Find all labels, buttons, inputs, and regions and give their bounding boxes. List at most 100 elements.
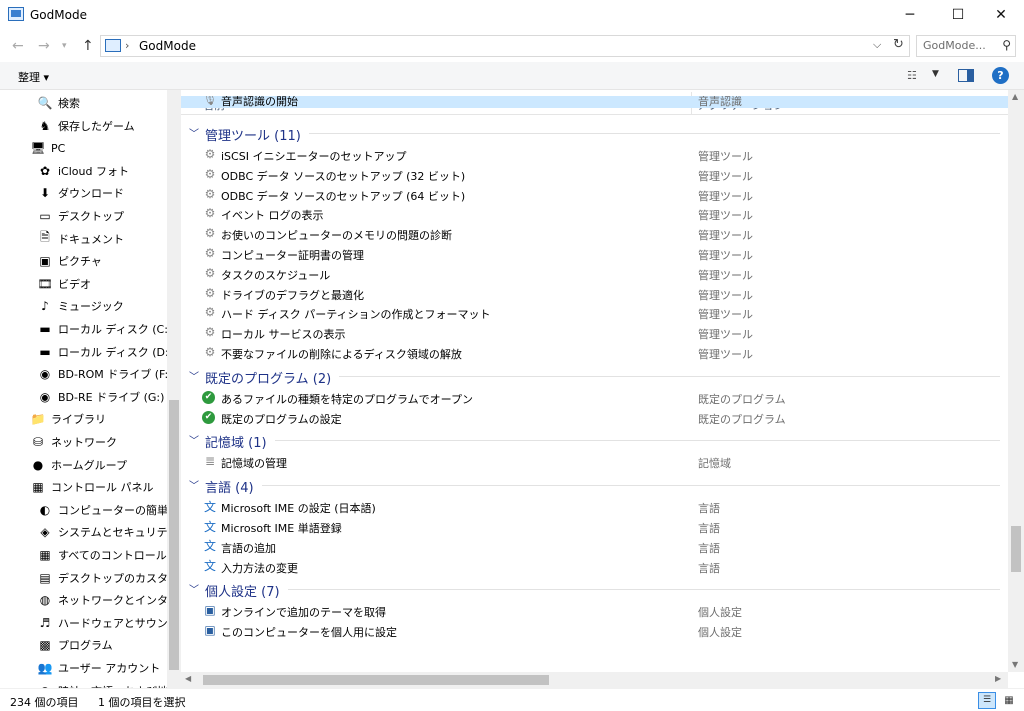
minimize-button[interactable]: ─	[887, 0, 933, 30]
scroll-down-icon[interactable]: ▼	[1012, 660, 1018, 669]
up-arrow-icon[interactable]: ↑	[82, 38, 94, 54]
group-header[interactable]: ﹀ 個人設定 (7)	[181, 578, 1008, 600]
breadcrumb-chevron-icon[interactable]: ›	[125, 39, 129, 52]
nav-item[interactable]: ◍ ネットワークとインターネッ	[37, 589, 181, 611]
scroll-left-icon[interactable]: ◀	[185, 674, 191, 683]
preview-pane-icon[interactable]	[958, 69, 974, 82]
file-list[interactable]: ︿ 名前 アプリケーション 🎙音声認識の開始音声認識﹀管理ツール (11)⚙iS…	[181, 90, 1008, 672]
table-row[interactable]: 🎙 音声認識の開始 音声認識	[181, 96, 1008, 108]
nav-item[interactable]: 📁 ライブラリ	[30, 408, 106, 430]
group-divider	[288, 589, 1000, 591]
table-row[interactable]: ⚙ 不要なファイルの削除によるディスク領域の解放 管理ツール	[181, 342, 1008, 362]
nav-item[interactable]: 👥 ユーザー アカウント	[37, 657, 161, 679]
nav-item[interactable]: 🎞 ビデオ	[37, 273, 91, 295]
table-row[interactable]: ✔ あるファイルの種類を特定のプログラムでオープン 既定のプログラム	[181, 387, 1008, 407]
collapse-chevron-icon[interactable]: ﹀	[189, 581, 199, 596]
navigation-pane[interactable]: 🔍 検索 ♞ 保存したゲーム 🖥 PC ✿ iCloud フォト ⬇ ダウンロード ▭ デスクトップ 🗎…	[0, 90, 181, 688]
nav-item[interactable]: ▤ デスクトップのカスタマイズ	[37, 567, 181, 589]
help-icon[interactable]: ?	[992, 67, 1009, 84]
table-row[interactable]: ⚙ ODBC データ ソースのセットアップ (32 ビット) 管理ツール	[181, 164, 1008, 184]
table-row[interactable]: ⚙ iSCSI イニシエーターのセットアップ 管理ツール	[181, 144, 1008, 164]
content-vertical-scrollbar[interactable]: ▲ ▼	[1008, 90, 1024, 672]
group-header[interactable]: ﹀ 管理ツール (11)	[181, 122, 1008, 144]
item-icon: ✔	[202, 390, 215, 404]
table-row[interactable]: ✔ 既定のプログラムの設定 既定のプログラム	[181, 407, 1008, 427]
nav-item[interactable]: 🖥 PC	[30, 137, 65, 159]
nav-item[interactable]: ▭ デスクトップ	[37, 205, 124, 227]
navigation-scrollbar[interactable]	[167, 90, 181, 688]
large-icons-view-icon[interactable]: ▦	[1000, 692, 1018, 709]
nav-item[interactable]: ● ホームグループ	[30, 454, 127, 476]
back-arrow-icon[interactable]: ←	[12, 38, 24, 54]
item-category: 管理ツール	[698, 348, 753, 361]
table-row[interactable]: ⚙ ハード ディスク パーティションの作成とフォーマット 管理ツール	[181, 302, 1008, 322]
nav-item[interactable]: ▦ すべてのコントロール パネ	[37, 544, 181, 566]
nav-item[interactable]: ◐ コンピューターの簡単操作	[37, 499, 181, 521]
table-row[interactable]: 文 Microsoft IME 単語登録 言語	[181, 516, 1008, 536]
breadcrumb-path[interactable]: GodMode	[139, 39, 196, 53]
table-row[interactable]: 文言語の追加 言語	[181, 536, 1008, 556]
collapse-chevron-icon[interactable]: ﹀	[189, 125, 199, 140]
command-bar: 整理 ▾ ☷ ▼ ?	[0, 62, 1024, 90]
table-row[interactable]: 文 Microsoft IME の設定 (日本語) 言語	[181, 496, 1008, 516]
nav-item[interactable]: 🔍 検索	[37, 92, 80, 114]
table-row[interactable]: 文入力方法の変更 言語	[181, 556, 1008, 576]
collapse-chevron-icon[interactable]: ﹀	[189, 477, 199, 492]
table-row[interactable]: ⚙ タスクのスケジュール 管理ツール	[181, 263, 1008, 283]
nav-item-label: ミュージック	[58, 300, 124, 314]
nav-item[interactable]: ▬ ローカル ディスク (C:)	[37, 318, 172, 340]
table-row[interactable]: ⚙ ドライブのデフラグと最適化 管理ツール	[181, 283, 1008, 303]
item-name: お使いのコンピューターのメモリの問題の診断	[221, 229, 452, 243]
table-row[interactable]: ≣ 記憶域の管理 記憶域	[181, 451, 1008, 471]
table-row[interactable]: ⚙ コンピューター証明書の管理 管理ツール	[181, 243, 1008, 263]
nav-item-icon: 🔍	[37, 96, 53, 110]
group-title: 記憶域 (1)	[205, 436, 267, 452]
address-bar[interactable]: › GodMode ⌵ ↻	[100, 35, 910, 57]
forward-arrow-icon[interactable]: →	[38, 38, 50, 54]
search-input[interactable]: GodMode... ⚲	[916, 35, 1016, 57]
content-horizontal-scrollbar-thumb[interactable]	[203, 675, 549, 685]
scroll-right-icon[interactable]: ▶	[995, 674, 1001, 683]
table-row[interactable]: ▣ このコンピューターを個人用に設定 個人設定	[181, 620, 1008, 640]
table-row[interactable]: ⚙ イベント ログの表示 管理ツール	[181, 203, 1008, 223]
scroll-up-icon[interactable]: ▲	[1012, 92, 1018, 101]
table-row[interactable]: ⚙ ODBC データ ソースのセットアップ (64 ビット) 管理ツール	[181, 184, 1008, 204]
nav-item[interactable]: ◈ システムとセキュリティ	[37, 521, 178, 543]
search-icon[interactable]: ⚲	[1002, 38, 1011, 52]
table-row[interactable]: ▣ オンラインで追加のテーマを取得 個人設定	[181, 600, 1008, 620]
organize-button[interactable]: 整理 ▾	[18, 69, 49, 85]
refresh-icon[interactable]: ↻	[893, 37, 904, 52]
table-row[interactable]: ⚙ ローカル サービスの表示 管理ツール	[181, 322, 1008, 342]
group-header[interactable]: ﹀ 既定のプログラム (2)	[181, 365, 1008, 387]
content-vertical-scrollbar-thumb[interactable]	[1011, 526, 1021, 572]
group-header[interactable]: ﹀ 言語 (4)	[181, 474, 1008, 496]
details-view-icon[interactable]: ☰	[978, 692, 996, 709]
nav-item[interactable]: ♪ ミュージック	[37, 295, 124, 317]
nav-item[interactable]: ◉ BD-RE ドライブ (G:)	[37, 386, 165, 408]
view-options-chevron-icon[interactable]: ▼	[932, 69, 939, 79]
collapse-chevron-icon[interactable]: ﹀	[189, 368, 199, 383]
nav-item[interactable]: ♞ 保存したゲーム	[37, 115, 135, 137]
table-row[interactable]: ⚙ お使いのコンピューターのメモリの問題の診断 管理ツール	[181, 223, 1008, 243]
nav-item[interactable]: 🗎 ドキュメント	[37, 228, 124, 250]
content-horizontal-scrollbar[interactable]: ◀ ▶	[181, 672, 1008, 688]
nav-item[interactable]: ✿ iCloud フォト	[37, 160, 129, 182]
nav-item[interactable]: ▩ プログラム	[37, 634, 112, 656]
nav-item[interactable]: ◷時計、言語、および地域	[37, 680, 179, 688]
item-icon: ⚙	[204, 345, 216, 359]
nav-item[interactable]: ▣ ピクチャ	[37, 250, 102, 272]
navigation-scrollbar-thumb[interactable]	[169, 400, 179, 670]
view-options-icon[interactable]: ☷	[907, 69, 917, 82]
nav-item[interactable]: ◉ BD-ROM ドライブ (F:)	[37, 363, 173, 385]
nav-item[interactable]: ⛁ ネットワーク	[30, 431, 117, 453]
close-button[interactable]: ✕	[978, 0, 1024, 30]
nav-item[interactable]: ▬ ローカル ディスク (D:)	[37, 341, 173, 363]
maximize-button[interactable]: ☐	[935, 0, 981, 30]
recent-locations-chevron-icon[interactable]: ▾	[62, 41, 67, 51]
collapse-chevron-icon[interactable]: ﹀	[189, 432, 199, 447]
group-header[interactable]: ﹀ 記憶域 (1)	[181, 429, 1008, 451]
address-dropdown-chevron-icon[interactable]: ⌵	[873, 38, 881, 52]
nav-item[interactable]: ♬ ハードウェアとサウンド	[37, 612, 179, 634]
nav-item[interactable]: ▦ コントロール パネル	[30, 476, 153, 498]
nav-item[interactable]: ⬇ ダウンロード	[37, 182, 124, 204]
